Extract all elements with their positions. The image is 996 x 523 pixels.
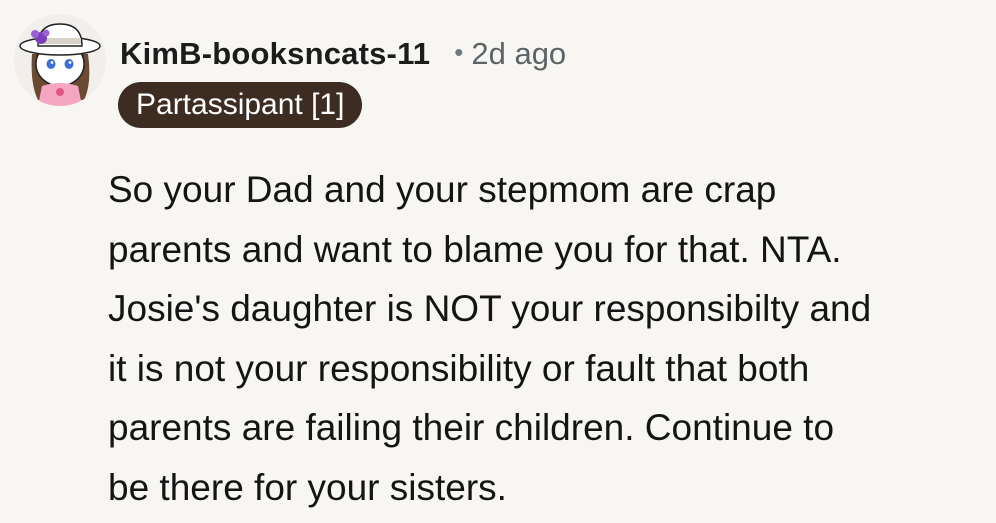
username-link[interactable]: KimB-booksncats-11 (120, 36, 430, 72)
timestamp[interactable]: 2d ago (471, 36, 566, 72)
comment-body-line: be there for your sisters. (108, 466, 507, 508)
snoo-avatar-with-hat-icon (14, 14, 106, 106)
comment-body-line: parents and want to blame you for that. … (108, 228, 842, 270)
comment-body-line: Josie's daughter is NOT your responsibil… (108, 288, 872, 329)
comment-body-line: it is not your responsibility or fault t… (108, 347, 810, 389)
comment-body-line: parents are failing their children. Cont… (108, 407, 835, 448)
separator-dot: • (454, 36, 464, 67)
comment: KimB-booksncats-11 • 2d ago Partassipant… (0, 0, 996, 523)
comment-body-line: So your Dad and your stepmom are crap (108, 169, 777, 210)
comment-body: So your Dad and your stepmom are crap pa… (108, 160, 978, 517)
user-avatar[interactable] (14, 14, 106, 106)
user-flair-badge: Partassipant [1] (118, 82, 363, 128)
comment-header: KimB-booksncats-11 • 2d ago (120, 30, 566, 78)
